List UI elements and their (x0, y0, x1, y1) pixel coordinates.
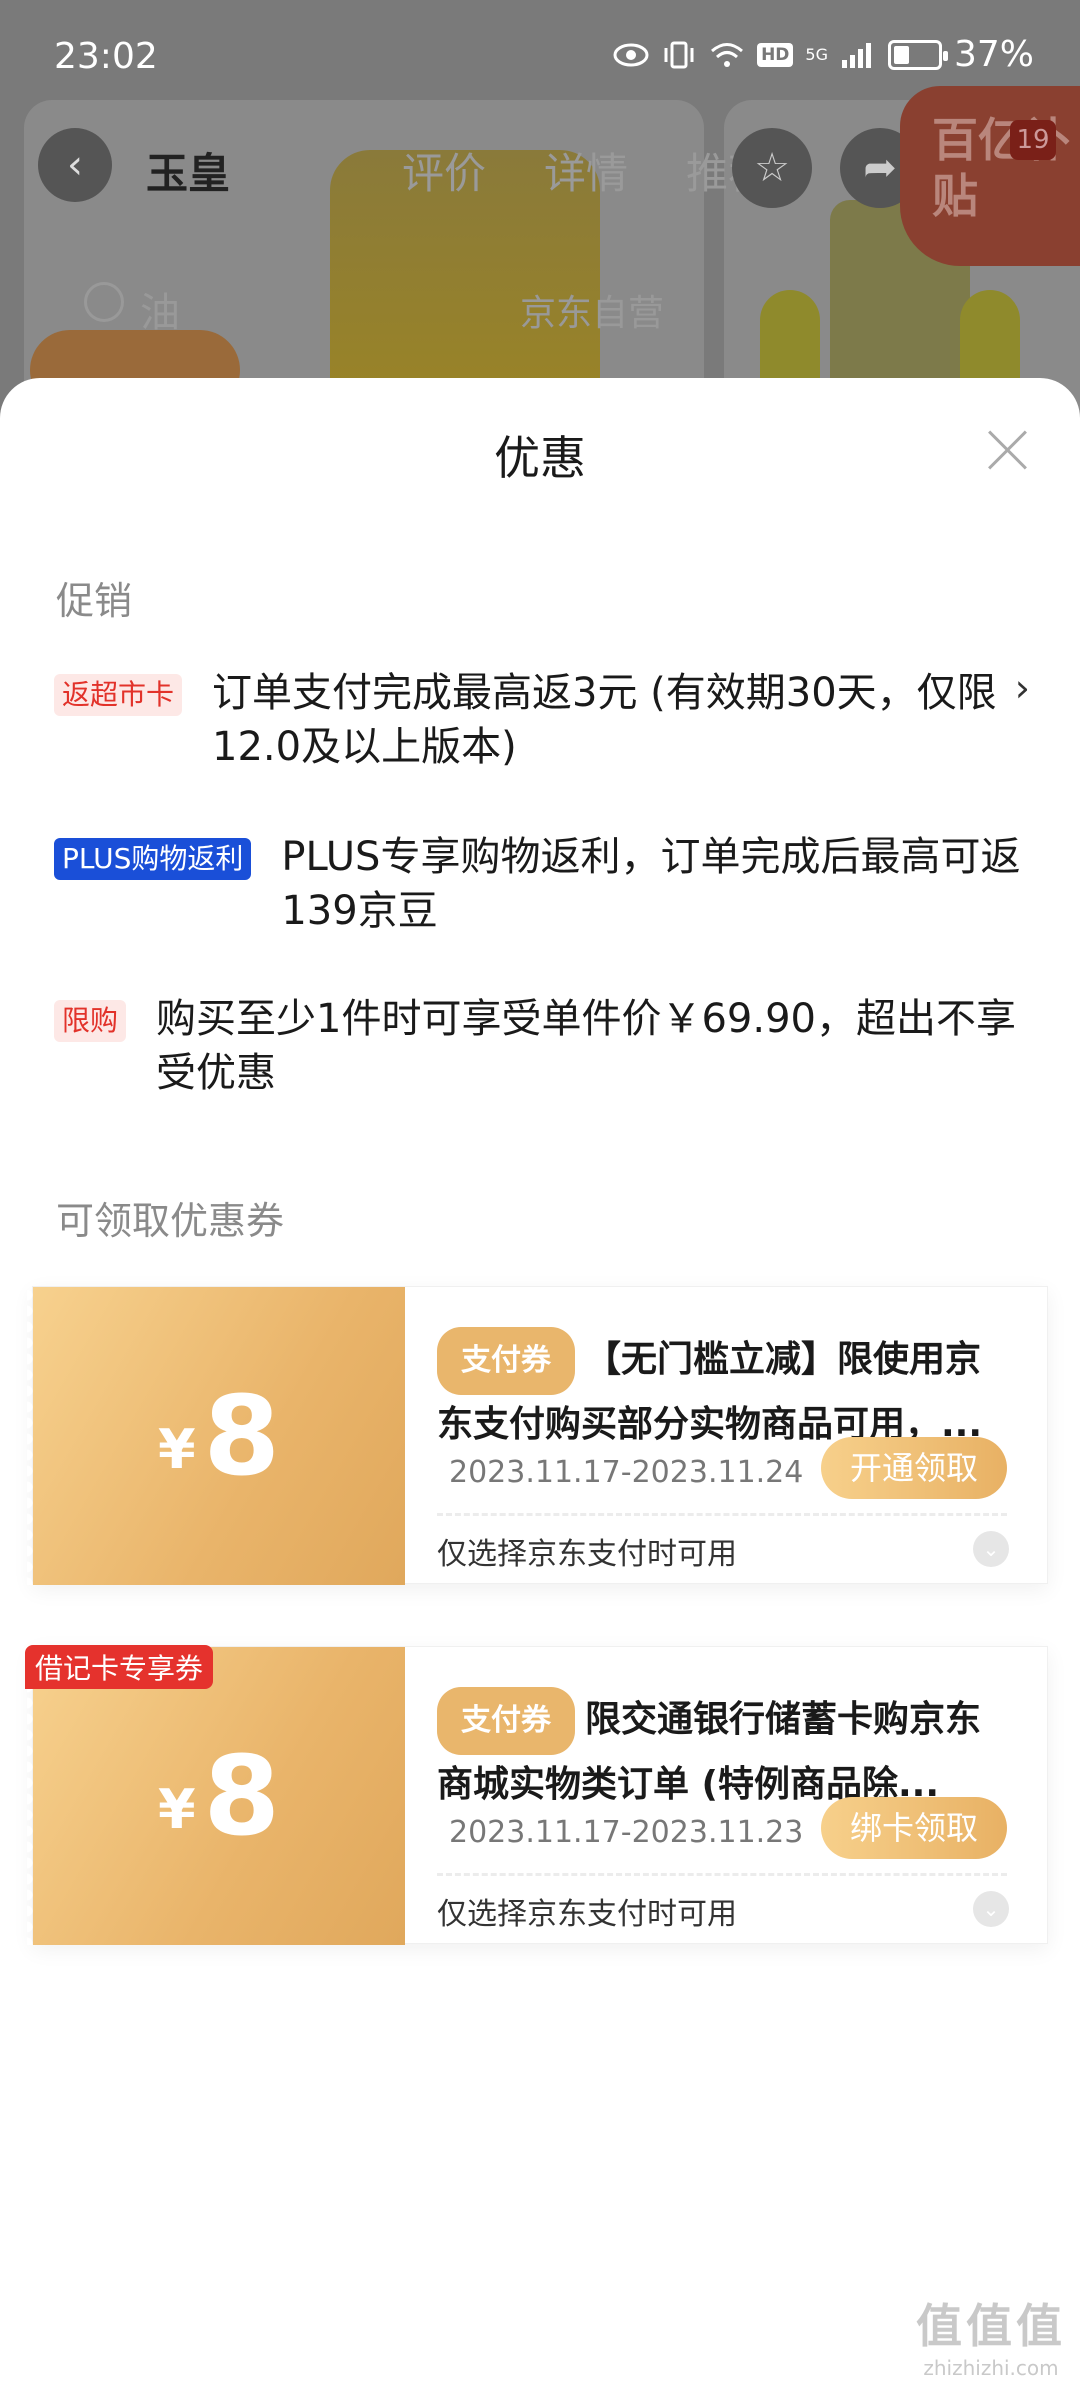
promo-text: PLUS专享购物返利，订单完成后最高可返139京豆 (281, 834, 1021, 934)
status-time: 23:02 (54, 36, 158, 77)
coupon-amount: 8 (203, 1732, 281, 1860)
bind-card-claim-button[interactable]: 绑卡领取 (821, 1797, 1007, 1859)
battery-icon (887, 39, 948, 70)
coupon-type-badge: 支付券 (437, 1327, 575, 1395)
product-tabs: 商品 评价 详情 推荐 (260, 140, 770, 201)
coupon-title-block: 支付券 限交通银行储蓄卡购京东商城实物类订单 (特例商品除... (437, 1687, 997, 1807)
promotions-section-label: 促销 (56, 579, 133, 623)
wifi-icon (711, 42, 744, 67)
subsidy-count-badge: 19 (1010, 120, 1056, 160)
coupon-currency: ¥ (157, 1417, 196, 1481)
coupon-validity: 2023.11.17-2023.11.24 (449, 1455, 804, 1490)
coupon-details: 支付券 【无门槛立减】限使用京东支付购买部分实物商品可用，... 2023.11.… (437, 1287, 1037, 1585)
coupon-edge (27, 1287, 39, 1585)
discount-sheet: 优惠 促销 返超市卡 订单支付完成最高返3元 (有效期30天，仅限12.0及以上… (0, 378, 1080, 2388)
vibrate-icon (664, 41, 694, 68)
coupons-section-label: 可领取优惠券 (56, 1199, 285, 1243)
close-icon[interactable] (986, 428, 1030, 472)
promo-tag: PLUS购物返利 (54, 838, 252, 880)
network-type: 5G (805, 44, 828, 64)
coupon-card: ¥ 8 借记卡专享券 支付券 限交通银行储蓄卡购京东商城实物类订单 (特例商品除.… (25, 1645, 1048, 1945)
promotion-item-cashback[interactable]: 返超市卡 订单支付完成最高返3元 (有效期30天，仅限12.0及以上版本) › (54, 666, 1030, 774)
watermark: 值值值 zhizhizhi.com (916, 2290, 1066, 2380)
divider (437, 1873, 1007, 1876)
watermark-logo: 值值值 (916, 2299, 1066, 2353)
promotion-item-plus: PLUS购物返利 PLUS专享购物返利，订单完成后最高可返139京豆 (54, 830, 1030, 938)
coupon-details: 支付券 限交通银行储蓄卡购京东商城实物类订单 (特例商品除... 2023.11.… (437, 1647, 1037, 1945)
coupon-type-badge: 支付券 (437, 1687, 575, 1755)
coupon-note: 仅选择京东支付时可用 (437, 1897, 737, 1932)
promo-text: 购买至少1件时可享受单件价￥69.90，超出不享受优惠 (156, 996, 1016, 1096)
coupon-edge (27, 1647, 39, 1945)
tab-details[interactable]: 详情 (544, 140, 628, 201)
tab-reviews[interactable]: 评价 (402, 140, 486, 201)
favorite-star-button[interactable]: ☆ (732, 128, 812, 208)
promo-tag: 限购 (54, 1000, 127, 1042)
coupon-validity: 2023.11.17-2023.11.23 (449, 1815, 804, 1850)
debit-card-exclusive-tag: 借记卡专享券 (25, 1645, 214, 1689)
coupon-title-block: 支付券 【无门槛立减】限使用京东支付购买部分实物商品可用，... (437, 1327, 997, 1447)
coupon-amount: 8 (203, 1372, 281, 1500)
eye-icon (613, 43, 649, 66)
store-label: 京东自营 (520, 293, 665, 334)
option-radio[interactable] (84, 282, 124, 322)
coupon-amount-panel: ¥ 8 (33, 1647, 405, 1945)
coupon-note: 仅选择京东支付时可用 (437, 1537, 737, 1572)
brand-logo: 玉皇 (146, 149, 231, 198)
battery-percent: 37% (953, 34, 1034, 75)
coupon-card: ¥ 8 支付券 【无门槛立减】限使用京东支付购买部分实物商品可用，... 2023… (27, 1286, 1048, 1585)
signal-icon (841, 42, 871, 68)
divider (437, 1513, 1007, 1516)
chevron-down-icon[interactable]: ⌄ (973, 1531, 1009, 1567)
chevron-right-icon[interactable]: › (1015, 666, 1030, 710)
promo-tag: 返超市卡 (54, 674, 183, 716)
background-product-page: 23:02 HD 5G 37% ‹ 玉皇 商品 评价 详情 推荐 ☆ ➦ 百亿补… (0, 0, 1080, 420)
promotion-item-limit: 限购 购买至少1件时可享受单件价￥69.90，超出不享受优惠 (54, 992, 1030, 1100)
hd-icon: HD (757, 42, 794, 67)
back-button[interactable]: ‹ (38, 128, 112, 202)
promo-text: 订单支付完成最高返3元 (有效期30天，仅限12.0及以上版本) (212, 670, 997, 770)
activate-claim-button[interactable]: 开通领取 (821, 1437, 1007, 1499)
watermark-url: zhizhizhi.com (923, 2356, 1059, 2380)
subsidy-banner[interactable]: 百亿补贴 (900, 86, 1080, 266)
coupon-amount-panel: ¥ 8 (33, 1287, 405, 1585)
chevron-down-icon[interactable]: ⌄ (973, 1891, 1009, 1927)
sheet-title: 优惠 (494, 431, 586, 485)
coupon-currency: ¥ (157, 1777, 196, 1841)
